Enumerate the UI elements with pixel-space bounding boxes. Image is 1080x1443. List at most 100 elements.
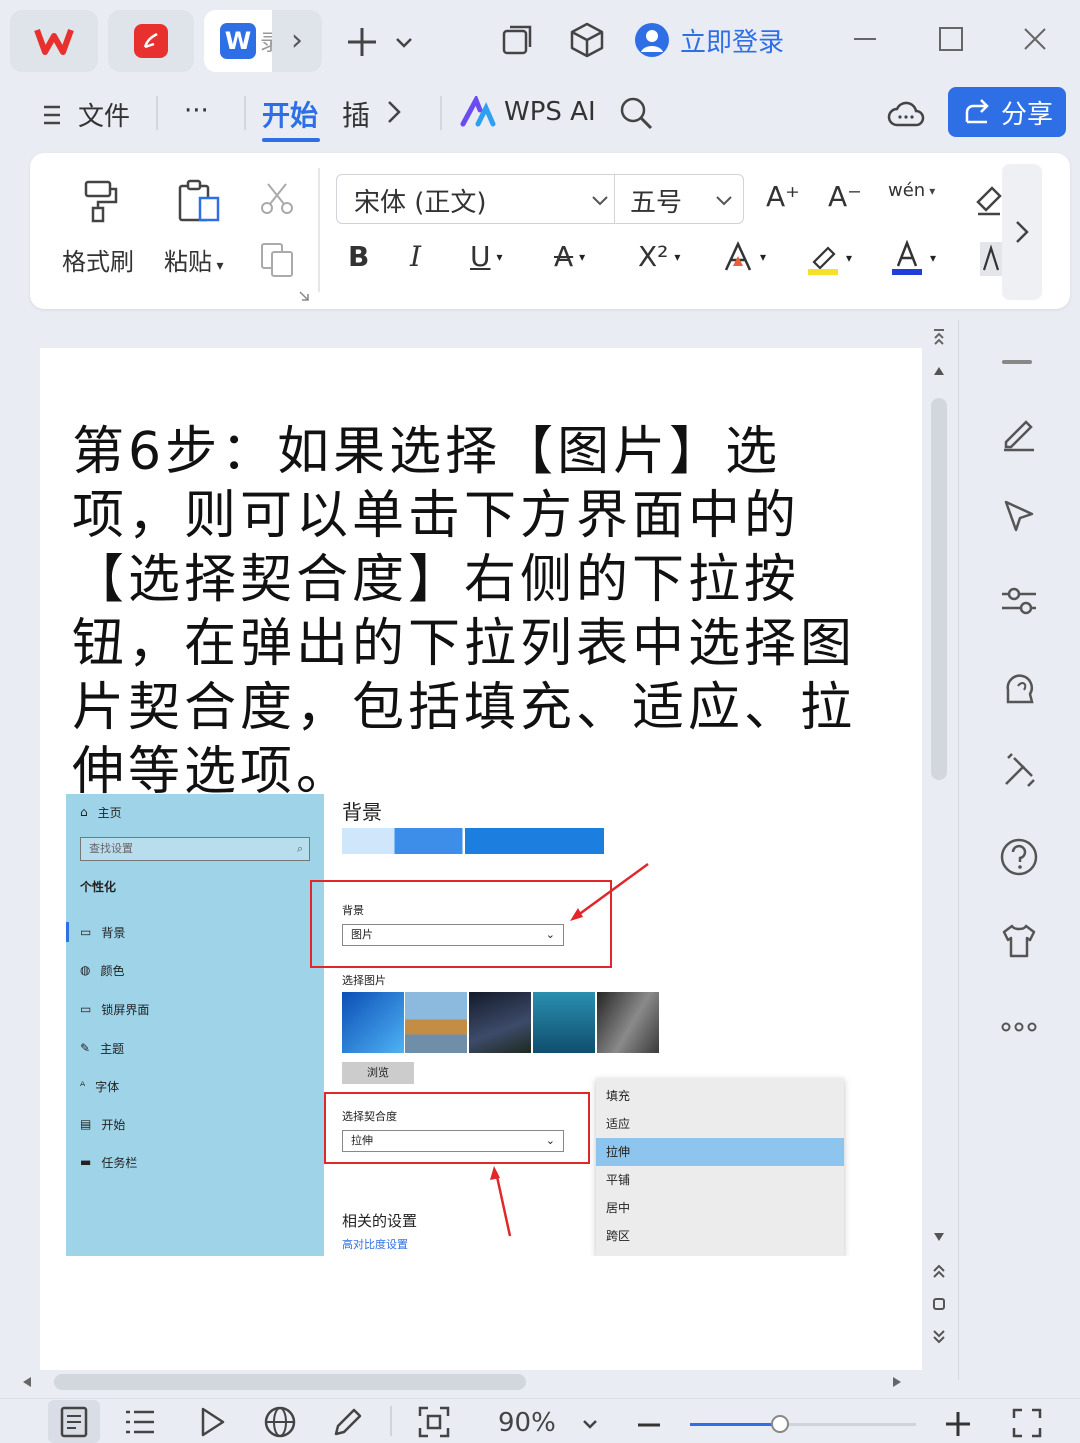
scroll-top-button[interactable]	[930, 326, 948, 348]
pdf-app-tab[interactable]	[108, 10, 194, 72]
chevron-down-icon: ▾	[930, 251, 937, 265]
close-button[interactable]	[1020, 24, 1050, 54]
clipboard-dialog-launcher[interactable]	[298, 290, 310, 302]
maximize-button[interactable]	[936, 24, 966, 54]
scroll-right-button[interactable]	[890, 1374, 904, 1390]
select-browse-object-button[interactable]	[932, 1297, 946, 1311]
zoom-dropdown[interactable]	[580, 1414, 600, 1434]
share-label: 分享	[1000, 99, 1053, 130]
window-switch-button[interactable]	[500, 22, 536, 58]
tab-home-label: 开始	[262, 99, 319, 132]
bold-button[interactable]: B	[348, 240, 369, 273]
format-painter-button[interactable]: 格式刷	[62, 178, 142, 278]
triangle-down-icon	[934, 1233, 944, 1241]
page-view-button[interactable]	[56, 1404, 92, 1440]
tabs-scroll-right-button[interactable]	[380, 94, 408, 130]
format-painter-icon	[84, 180, 118, 223]
scroll-up-button[interactable]	[932, 364, 946, 378]
previous-page-button[interactable]	[930, 1262, 948, 1280]
font-size-dropdown[interactable]: 五号	[630, 184, 734, 218]
zoom-level[interactable]: 90%	[498, 1408, 556, 1438]
fullscreen-button[interactable]	[1010, 1406, 1044, 1440]
clear-format-button[interactable]	[974, 182, 1002, 218]
outline-view-button[interactable]	[122, 1404, 158, 1440]
font-name-value: 宋体 (正文)	[354, 187, 487, 218]
new-tab-button[interactable]	[344, 22, 380, 62]
panel-collapse-handle[interactable]	[1002, 360, 1032, 364]
tab-home[interactable]: 开始	[262, 94, 320, 142]
horizontal-scrollbar-thumb[interactable]	[54, 1374, 526, 1390]
pen-icon	[334, 1408, 362, 1436]
text-effect-button[interactable]: ▾	[722, 240, 766, 274]
fullscreen-icon	[1012, 1408, 1042, 1438]
web-view-button[interactable]	[262, 1404, 298, 1440]
writer-logo-icon: W	[220, 23, 256, 59]
pen-mode-button[interactable]	[330, 1404, 366, 1440]
wps-home-tab[interactable]	[10, 10, 98, 72]
skin-button[interactable]	[998, 920, 1040, 962]
adjust-tool-button[interactable]	[998, 580, 1040, 622]
tab-scroll-right-button[interactable]: ›	[272, 10, 322, 72]
triangle-left-icon	[23, 1377, 31, 1387]
annotation-arrows	[490, 862, 649, 1237]
search-button[interactable]	[618, 94, 654, 132]
page-view-icon	[60, 1406, 88, 1438]
zoom-in-button[interactable]	[944, 1410, 972, 1438]
minimize-button[interactable]	[850, 24, 880, 54]
more-dots-icon	[1001, 1022, 1037, 1032]
highlight-button[interactable]: ▾	[806, 240, 852, 276]
pen-icon	[1004, 420, 1034, 452]
strikethrough-button[interactable]: A ▾	[554, 240, 585, 273]
apps-button[interactable]	[568, 20, 606, 60]
globe-icon	[264, 1406, 296, 1438]
wps-ai-button[interactable]: WPS AI	[460, 96, 596, 128]
login-label: 立即登录	[680, 27, 785, 58]
vertical-scrollbar-thumb[interactable]	[931, 398, 947, 780]
italic-button[interactable]: I	[410, 240, 421, 273]
brain-icon	[1006, 674, 1034, 704]
underline-button[interactable]: U ▾	[470, 240, 503, 273]
tab-insert[interactable]: 插	[342, 94, 370, 134]
scroll-down-button[interactable]	[932, 1230, 946, 1244]
scroll-left-button[interactable]	[20, 1374, 34, 1390]
tab-list-dropdown[interactable]	[394, 30, 414, 54]
style-set-button[interactable]	[998, 666, 1040, 708]
red-arrow-icon	[490, 1166, 512, 1237]
more-tools-button[interactable]	[998, 1006, 1040, 1048]
next-page-button[interactable]	[930, 1328, 948, 1346]
wps-ai-label: WPS AI	[504, 97, 596, 127]
file-menu[interactable]: 文件	[40, 96, 130, 133]
chevron-down-icon: ▾	[846, 251, 853, 265]
zoom-out-button[interactable]	[636, 1412, 662, 1438]
cloud-sync-button[interactable]	[886, 94, 926, 134]
zoom-slider-fill	[690, 1423, 781, 1426]
zoom-slider-track[interactable]	[690, 1423, 916, 1426]
edit-tool-button[interactable]	[998, 412, 1040, 454]
ribbon-scroll-right-button[interactable]	[1002, 164, 1042, 300]
tools-button[interactable]	[998, 750, 1040, 792]
help-button[interactable]	[998, 836, 1040, 878]
cut-button[interactable]	[258, 180, 296, 218]
wrench-icon	[1005, 753, 1035, 787]
chevron-down-icon: ▾	[929, 183, 936, 198]
font-color-button[interactable]: ▾	[890, 240, 936, 276]
superscript-button[interactable]: X² ▾	[638, 240, 680, 273]
font-size-value: 五号	[630, 187, 683, 218]
copy-button[interactable]	[258, 240, 296, 278]
decrease-font-button[interactable]: A⁻	[828, 180, 862, 213]
fit-page-button[interactable]	[416, 1404, 452, 1440]
more-menu-button[interactable]: ···	[184, 96, 209, 126]
paste-button[interactable]: 粘贴 ▾	[164, 178, 242, 278]
select-tool-button[interactable]	[998, 496, 1040, 538]
font-name-dropdown[interactable]: 宋体 (正文)	[354, 184, 610, 218]
reading-mode-button[interactable]	[194, 1404, 230, 1440]
font-color-icon	[892, 240, 922, 275]
share-button[interactable]: 分享	[948, 87, 1066, 137]
char-shading-button[interactable]	[980, 242, 1002, 276]
user-avatar-icon	[635, 23, 669, 57]
underline-icon: U	[470, 240, 491, 273]
increase-font-button[interactable]: A⁺	[766, 180, 800, 213]
phonetic-guide-button[interactable]: wén ▾	[888, 180, 935, 201]
login-button[interactable]: 立即登录	[634, 20, 784, 60]
windows-icon	[502, 25, 532, 55]
